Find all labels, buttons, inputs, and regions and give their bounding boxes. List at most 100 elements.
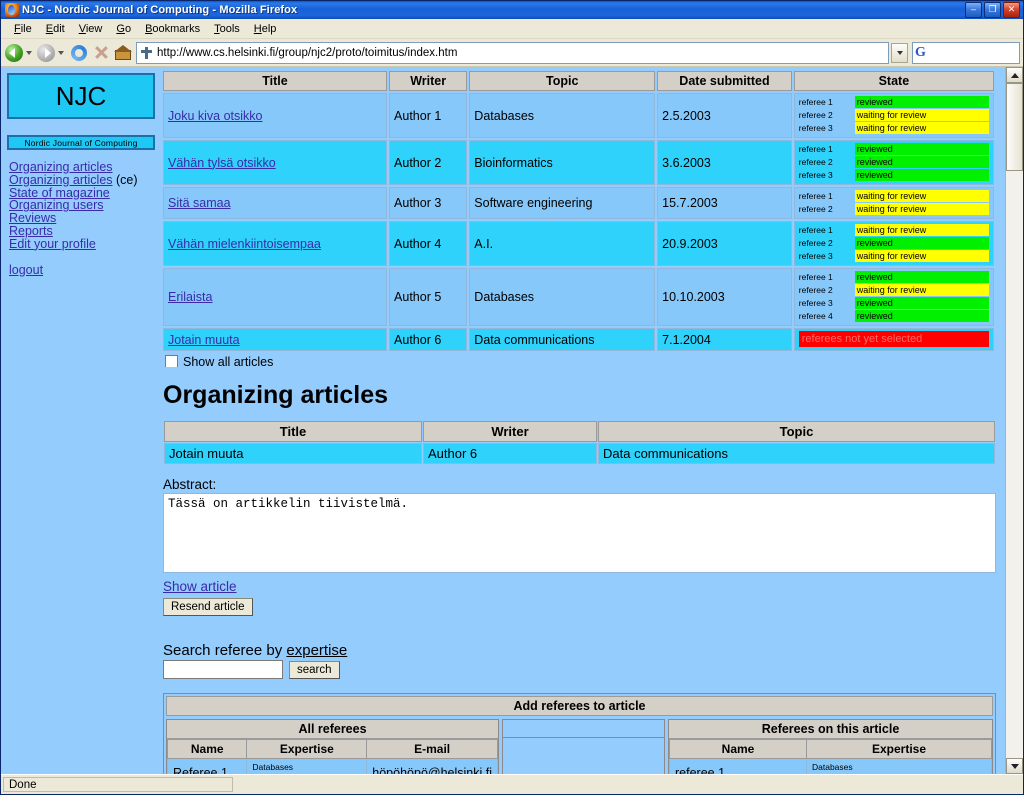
url-bar[interactable]: http://www.cs.helsinki.fi/group/njc2/pro… [136,41,889,64]
status-badge: reviewed [854,310,989,322]
article-topic-cell: Software engineering [469,187,656,219]
search-button[interactable]: search [289,660,340,679]
article-title-link[interactable]: Sitä samaa [168,196,231,210]
table-row[interactable]: Joku kiva otsikko Author 1 Databases 2.5.20… [163,93,994,138]
referee-columns: All referees Name Expertise E-mail Refer… [166,719,993,774]
referee-state-row: referee 1 waiting for review [799,224,989,237]
article-writer-cell: Author 3 [389,187,468,219]
show-all-articles-checkbox[interactable] [165,355,178,367]
forward-button[interactable] [36,42,68,64]
close-button[interactable]: ✕ [1003,2,1020,18]
article-title-link[interactable]: Vähän tylsä otsikko [168,156,276,170]
vertical-scrollbar[interactable] [1005,67,1023,774]
referee-label: referee 1 [798,97,833,107]
show-all-articles-row[interactable]: Show all articles [161,355,1000,367]
url-text: http://www.cs.helsinki.fi/group/njc2/pro… [157,46,458,59]
list-item[interactable]: Referee 1DatabasesData communicationshöp… [166,758,498,774]
table-row[interactable]: Vähän mielenkiintoisempaa Author 4 A.I. 20.… [163,221,994,266]
scrollbar-track[interactable] [1006,83,1023,758]
show-article-link[interactable]: Show article [163,579,237,594]
sidebar-link-organizing-articles[interactable]: Organizing articles [9,161,113,174]
menu-help[interactable]: Help [247,21,284,37]
article-title-link[interactable]: Erilaista [168,290,212,304]
abstract-textarea[interactable]: Tässä on artikkelin tiivistelmä. [163,493,996,573]
menu-file[interactable]: FFileile [7,21,39,37]
status-badge: waiting for review [854,122,989,134]
menu-bar: FFileile Edit View Go Bookmarks Tools He… [1,19,1023,39]
referee-expertise-cell: DatabasesData communications [246,758,368,774]
maximize-button[interactable]: ❐ [984,2,1001,18]
referee-label: referee 1 [798,272,833,282]
scroll-up-button[interactable] [1006,67,1023,83]
logout-link[interactable]: logout [9,263,43,277]
col-title: Title [163,71,388,91]
menu-view[interactable]: View [72,21,110,37]
sidebar-item-organizing-articles[interactable]: Organizing articles [9,161,161,174]
sidebar-item-edit-your-profile[interactable]: Edit your profile [9,237,161,251]
navigation-toolbar: http://www.cs.helsinki.fi/group/njc2/pro… [1,39,1023,67]
table-row[interactable]: Vähän tylsä otsikko Author 2 Bioinformatic… [163,140,994,185]
back-button[interactable] [4,42,36,64]
sidebar-link-organizing-articles-ce[interactable]: Organizing articles [9,173,113,187]
back-dropdown-icon[interactable] [26,50,32,55]
resend-article-button[interactable]: Resend article [163,598,253,616]
url-history-dropdown[interactable] [891,42,908,63]
reload-icon[interactable] [71,44,87,61]
articles-table-header-row: Title Writer Topic Date submitted State [163,71,994,91]
menu-go[interactable]: Go [109,21,138,37]
menu-tools[interactable]: Tools [207,21,247,37]
referee-state-badge-cell: waiting for review [854,250,989,263]
referee-label: referee 3 [798,251,833,261]
detail-col-title: Title [164,421,422,442]
referee-label: referee 3 [798,170,833,180]
article-topic-cell: Bioinformatics [469,140,656,185]
sidebar: NJC Nordic Journal of Computing Organizi… [1,67,161,277]
article-date-cell: 15.7.2003 [657,187,792,219]
page-title: Organizing articles [163,381,389,409]
referee-action-buttons: add referee to article > < remove refere… [503,738,664,774]
referee-state-badge-cell: reviewed [854,96,989,109]
article-title-link[interactable]: Joku kiva otsikko [168,109,262,123]
table-row[interactable]: Erilaista Author 5 Databases 10.10.2003 refe… [163,268,994,326]
table-row[interactable]: Sitä samaa Author 3 Software engineering 15… [163,187,994,219]
article-title-link[interactable]: Jotain muuta [168,333,240,347]
stop-icon [94,45,109,60]
menu-edit[interactable]: Edit [39,21,72,37]
article-writer-cell: Author 1 [389,93,468,138]
status-badge: reviewed [854,96,989,108]
referee-state-badge-cell: reviewed [854,297,989,310]
window-title: NJC - Nordic Journal of Computing - Mozi… [22,4,298,16]
referee-action-column: add referee to article > < remove refere… [502,719,665,774]
table-row[interactable]: Jotain muuta Author 6 Data communications 7… [163,328,994,351]
search-referee-input[interactable] [163,660,283,679]
sidebar-item-organizing-articles-ce[interactable]: Organizing articles (ce) [9,173,161,187]
main-column: Title Writer Topic Date submitted State … [161,67,1005,774]
sidebar-item-logout[interactable]: logout [9,262,161,277]
njc-logo: NJC [7,73,155,119]
scrollbar-thumb[interactable] [1006,83,1023,171]
articles-table-body: Joku kiva otsikko Author 1 Databases 2.5.20… [163,93,994,351]
referee-label: referee 3 [798,298,833,308]
forward-dropdown-icon[interactable] [58,50,64,55]
menu-bookmarks[interactable]: Bookmarks [138,21,207,37]
sidebar-item-reports[interactable]: Reports [9,225,161,238]
on-col-name: Name [669,739,807,759]
home-icon[interactable] [114,44,132,60]
status-badge: reviewed [854,143,989,155]
sidebar-link-edit-your-profile[interactable]: Edit your profile [9,237,96,251]
article-state-cell: referee 1 reviewed referee 2 reviewed refere… [793,140,994,185]
minimize-button[interactable]: – [965,2,982,18]
referee-state-row: referee 2 waiting for review [799,109,989,122]
sidebar-nav: Organizing articles Organizing articles … [7,161,161,277]
referees-on-article-column: Referees on this article Name Expertise … [668,719,993,774]
article-state-cell: referee 1 reviewed referee 2 waiting for re… [793,93,994,138]
list-item[interactable]: referee 1DatabasesData communication [669,758,992,774]
detail-row[interactable]: Jotain muuta Author 6 Data communication… [164,443,995,464]
article-title-cell: Vähän tylsä otsikko [163,140,388,185]
scroll-down-button[interactable] [1006,758,1023,774]
show-article-row[interactable]: Show article [163,579,1000,594]
sidebar-link-reports[interactable]: Reports [9,225,53,238]
referee-label: referee 1 [798,191,833,201]
search-bar[interactable]: G [912,41,1020,64]
article-title-link[interactable]: Vähän mielenkiintoisempaa [168,237,321,251]
